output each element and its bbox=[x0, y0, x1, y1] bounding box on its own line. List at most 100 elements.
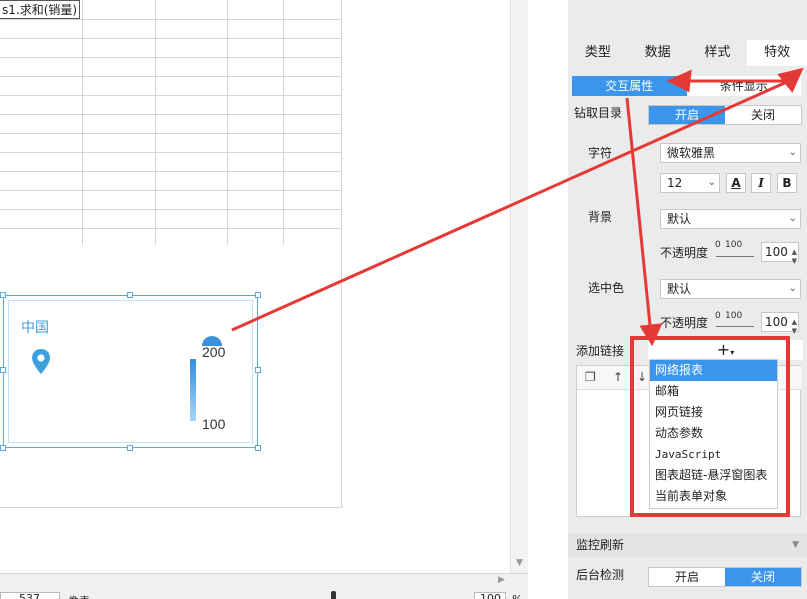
map-chart-widget[interactable]: 中国 200 100 bbox=[3, 295, 258, 448]
grid-line bbox=[283, 0, 284, 245]
bold-button[interactable]: B bbox=[777, 173, 797, 193]
tab-effects[interactable]: 特效 bbox=[747, 40, 807, 66]
grid-line bbox=[0, 57, 341, 58]
menu-item-chart-popup[interactable]: 图表超链-悬浮窗图表 bbox=[650, 465, 777, 486]
bg-opacity-slider[interactable] bbox=[716, 256, 754, 257]
canvas-vertical-scrollbar[interactable]: ▼ bbox=[510, 0, 528, 573]
menu-item-javascript[interactable]: JavaScript bbox=[650, 444, 777, 465]
font-color-button[interactable]: A bbox=[726, 173, 746, 193]
grid-line bbox=[155, 0, 156, 245]
grid-line bbox=[0, 228, 341, 229]
font-label: 字符 bbox=[588, 146, 613, 160]
status-bar: 537 像素 100 % ▶ bbox=[0, 573, 528, 599]
link-type-menu: 网络报表 邮箱 网页链接 动态参数 JavaScript 图表超链-悬浮窗图表 … bbox=[649, 359, 778, 509]
sel-opacity-range-max: 100 bbox=[725, 311, 743, 321]
grid-line bbox=[0, 95, 341, 96]
report-canvas[interactable]: s1.求和(销量) 中国 200 100 bbox=[0, 0, 510, 573]
report-border bbox=[341, 0, 342, 507]
font-family-select[interactable]: 微软雅黑 ⌄ bbox=[660, 143, 801, 163]
resize-handle[interactable] bbox=[127, 445, 133, 451]
add-link-label: 添加链接 bbox=[576, 344, 625, 358]
add-link-button[interactable]: +▾ bbox=[648, 340, 803, 360]
property-panel: 类型 数据 样式 特效 交互属性 条件显示 钻取目录 开启 关闭 字符 微软雅黑… bbox=[568, 0, 807, 599]
backend-off-button[interactable]: 关闭 bbox=[725, 568, 801, 586]
property-tabs: 类型 数据 样式 特效 bbox=[568, 40, 807, 66]
legend-min-value: 100 bbox=[202, 416, 226, 432]
font-color-icon: A bbox=[731, 176, 741, 190]
grid-line bbox=[0, 190, 341, 191]
resize-handle[interactable] bbox=[0, 367, 6, 373]
backend-check-toggle: 开启 关闭 bbox=[648, 567, 802, 587]
formula-cell[interactable]: s1.求和(销量) bbox=[0, 0, 81, 19]
italic-button[interactable]: I bbox=[751, 173, 771, 193]
drill-on-button[interactable]: 开启 bbox=[649, 106, 725, 124]
monitor-section-header[interactable]: 监控刷新 ▼ bbox=[568, 533, 807, 557]
resize-handle[interactable] bbox=[127, 292, 133, 298]
visual-map-legend[interactable] bbox=[190, 359, 196, 421]
sel-opacity-range-min: 0 bbox=[715, 311, 721, 321]
selected-color-value: 默认 bbox=[667, 282, 692, 296]
sel-opacity-value: 100 bbox=[765, 315, 788, 329]
drill-toggle: 开启 关闭 bbox=[648, 105, 802, 125]
subtab-condition-display[interactable]: 条件显示 bbox=[686, 76, 801, 96]
copy-icon[interactable]: ❐ bbox=[585, 370, 596, 384]
background-label: 背景 bbox=[588, 210, 613, 224]
bg-opacity-range-max: 100 bbox=[725, 240, 743, 250]
scroll-down-icon[interactable]: ▼ bbox=[516, 558, 523, 568]
tab-style[interactable]: 样式 bbox=[688, 40, 748, 66]
zoom-slider-knob[interactable] bbox=[331, 591, 336, 599]
zoom-input[interactable]: 100 bbox=[474, 592, 506, 599]
selected-color-select[interactable]: 默认 ⌄ bbox=[660, 279, 801, 299]
menu-item-email[interactable]: 邮箱 bbox=[650, 381, 777, 402]
zoom-unit: % bbox=[512, 593, 522, 599]
sel-opacity-input[interactable]: 100 ▲ ▼ bbox=[761, 312, 799, 335]
move-up-icon[interactable]: ↑ bbox=[613, 370, 623, 384]
menu-item-web-link[interactable]: 网页链接 bbox=[650, 402, 777, 423]
legend-max-value: 200 bbox=[202, 344, 226, 360]
tab-data[interactable]: 数据 bbox=[628, 40, 688, 66]
background-value: 默认 bbox=[667, 212, 692, 226]
plus-icon: + bbox=[716, 340, 731, 359]
report-border bbox=[0, 507, 342, 508]
bg-opacity-input[interactable]: 100 ▲ ▼ bbox=[761, 242, 799, 265]
selected-color-label: 选中色 bbox=[588, 281, 625, 295]
spin-down-icon[interactable]: ▼ bbox=[792, 252, 797, 270]
menu-item-web-report[interactable]: 网络报表 bbox=[650, 360, 777, 381]
grid-line bbox=[0, 76, 341, 77]
chevron-down-icon: ⌄ bbox=[788, 213, 797, 224]
resize-handle[interactable] bbox=[255, 292, 261, 298]
grid-line bbox=[0, 152, 341, 153]
resize-handle[interactable] bbox=[0, 445, 6, 451]
menu-item-form-object[interactable]: 当前表单对象 bbox=[650, 486, 777, 507]
effect-subtabs: 交互属性 条件显示 bbox=[572, 76, 801, 96]
font-size-select[interactable]: 12 ⌄ bbox=[660, 173, 720, 193]
canvas-size-unit: 像素 bbox=[68, 593, 90, 599]
canvas-size-input[interactable]: 537 bbox=[0, 592, 60, 599]
bg-opacity-label: 不透明度 bbox=[660, 246, 709, 260]
backend-check-label: 后台检测 bbox=[576, 568, 625, 582]
backend-on-button[interactable]: 开启 bbox=[649, 568, 725, 586]
menu-item-dynamic-param[interactable]: 动态参数 bbox=[650, 423, 777, 444]
chevron-down-icon: ▾ bbox=[730, 348, 735, 357]
spin-down-icon[interactable]: ▼ bbox=[792, 322, 797, 340]
bg-opacity-range-min: 0 bbox=[715, 240, 721, 250]
resize-handle[interactable] bbox=[255, 367, 261, 373]
scroll-right-icon[interactable]: ▶ bbox=[498, 575, 505, 585]
font-size-value: 12 bbox=[667, 176, 683, 190]
grid-line bbox=[0, 38, 341, 39]
grid-line bbox=[0, 133, 341, 134]
drill-off-button[interactable]: 关闭 bbox=[725, 106, 801, 124]
chevron-down-icon: ▼ bbox=[792, 540, 799, 550]
drill-label: 钻取目录 bbox=[574, 106, 623, 120]
monitor-section-label: 监控刷新 bbox=[576, 538, 625, 552]
sel-opacity-slider[interactable] bbox=[716, 326, 754, 327]
tab-type[interactable]: 类型 bbox=[568, 40, 628, 66]
resize-handle[interactable] bbox=[255, 445, 261, 451]
resize-handle[interactable] bbox=[0, 292, 6, 298]
subtab-interaction[interactable]: 交互属性 bbox=[572, 76, 687, 96]
move-down-icon[interactable]: ↓ bbox=[637, 370, 647, 384]
grid-line bbox=[0, 114, 341, 115]
background-select[interactable]: 默认 ⌄ bbox=[660, 209, 801, 229]
grid-line bbox=[0, 171, 341, 172]
grid-line bbox=[0, 19, 341, 20]
